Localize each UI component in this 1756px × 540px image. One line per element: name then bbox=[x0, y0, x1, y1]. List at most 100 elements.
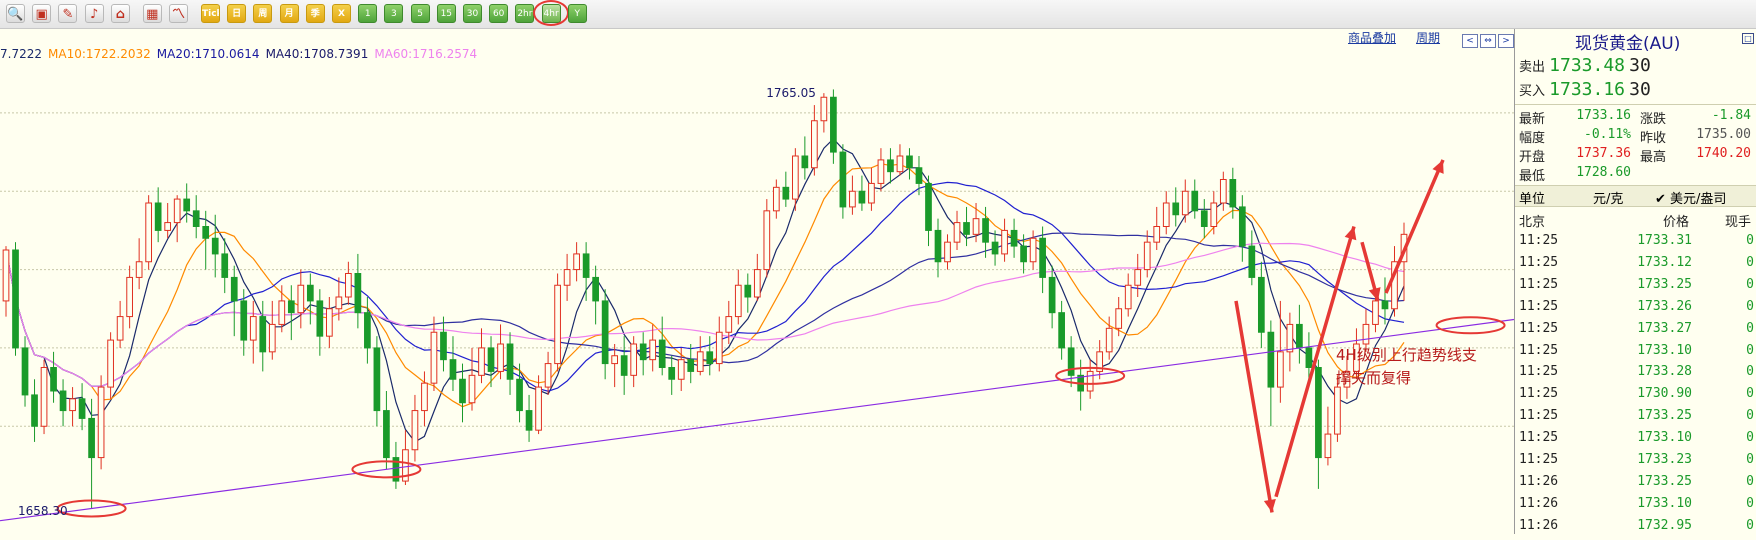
candle-body-143 bbox=[1362, 323, 1370, 345]
period-15m-button[interactable]: 15 bbox=[436, 4, 456, 23]
projected-rise-arrow-shaft bbox=[1384, 159, 1445, 294]
period-1m-button[interactable]: 1 bbox=[358, 4, 378, 23]
candle-body-119 bbox=[1134, 269, 1142, 286]
candle-body-57 bbox=[544, 363, 552, 388]
tick-vol: 0 bbox=[1746, 298, 1754, 314]
candle-body-60 bbox=[573, 253, 580, 271]
scroll-right-button[interactable]: > bbox=[1498, 34, 1514, 48]
candle-body-86 bbox=[820, 96, 828, 122]
layers-icon[interactable]: ▣ bbox=[32, 4, 52, 23]
drop-arrow-shaft bbox=[1234, 300, 1274, 513]
candle-body-130 bbox=[1238, 206, 1246, 247]
tick-row: 11:26 1732.95 0 bbox=[1515, 518, 1756, 540]
period-2h-button[interactable]: 2hr bbox=[515, 4, 535, 23]
candle-body-34 bbox=[325, 308, 333, 337]
period-quarter-button[interactable]: 季 bbox=[305, 4, 325, 23]
ma-value-1: MA10:1722.2032 bbox=[48, 47, 151, 61]
candle-body-140 bbox=[1334, 386, 1341, 435]
tick-row: 11:25 1730.90 0 bbox=[1515, 386, 1756, 408]
period-day-button[interactable]: 日 bbox=[227, 4, 247, 23]
candle-body-51 bbox=[487, 347, 495, 372]
period-month-button[interactable]: 月 bbox=[279, 4, 299, 23]
home-icon[interactable]: ⌂ bbox=[110, 4, 130, 23]
prev-value: 1735.00 bbox=[1696, 127, 1751, 142]
line-chart-icon[interactable]: 〽 bbox=[169, 4, 188, 23]
tick-vol: 0 bbox=[1746, 452, 1754, 467]
candle-body-49 bbox=[468, 374, 476, 404]
tick-time: 11:25 bbox=[1519, 452, 1559, 467]
candle-body-38 bbox=[364, 312, 371, 349]
zoom-icon[interactable]: 🔍 bbox=[6, 4, 25, 23]
open-label: 开盘 bbox=[1519, 150, 1546, 165]
period-week-button[interactable]: 周 bbox=[253, 4, 273, 23]
candle-body-134 bbox=[1277, 351, 1284, 388]
candle-body-144 bbox=[1372, 300, 1379, 325]
candle-body-7 bbox=[69, 398, 76, 412]
candle-body-50 bbox=[478, 347, 485, 376]
candle-body-35 bbox=[335, 296, 343, 310]
low-label: 最低 bbox=[1519, 169, 1546, 184]
candle-body-48 bbox=[459, 378, 466, 404]
tick-row: 11:25 1733.28 0 bbox=[1515, 364, 1756, 386]
period-custom-button[interactable]: Y bbox=[567, 4, 587, 23]
tick-vol: 0 bbox=[1746, 430, 1754, 446]
candle-body-55 bbox=[525, 410, 533, 431]
candle-body-17 bbox=[164, 222, 172, 231]
candle-body-80 bbox=[763, 210, 771, 271]
overlay-link[interactable]: 商品叠加 bbox=[1348, 29, 1396, 46]
period-30m-button[interactable]: 30 bbox=[463, 4, 482, 23]
candle-body-88 bbox=[839, 151, 847, 208]
period-60m-button[interactable]: 60 bbox=[489, 4, 509, 23]
candle-body-68 bbox=[649, 339, 657, 361]
tick-price: 1733.12 bbox=[1637, 254, 1692, 270]
sell-row: 卖出 1733.48 30 bbox=[1519, 55, 1651, 76]
candle-body-73 bbox=[696, 351, 704, 372]
open-value: 1737.36 bbox=[1576, 146, 1631, 161]
candle-body-54 bbox=[516, 378, 523, 412]
change-value: -1.84 bbox=[1711, 108, 1751, 123]
tick-row: 11:25 1733.27 0 bbox=[1515, 321, 1756, 343]
period-5m-button[interactable]: 5 bbox=[410, 4, 430, 23]
tick-row: 11:25 1733.25 0 bbox=[1515, 408, 1756, 430]
tick-time: 11:25 bbox=[1519, 233, 1559, 248]
tick-time: 11:25 bbox=[1519, 408, 1559, 424]
low-value: 1728.60 bbox=[1576, 165, 1631, 180]
sell-price: 1733.48 bbox=[1549, 55, 1626, 76]
restore-window-icon[interactable]: □ bbox=[1742, 33, 1754, 44]
candle-body-102 bbox=[972, 218, 980, 235]
bell-icon[interactable]: ♪ bbox=[84, 4, 104, 23]
candle-body-125 bbox=[1191, 190, 1199, 212]
candle-body-3 bbox=[31, 394, 38, 427]
tick-vol: 0 bbox=[1746, 408, 1754, 424]
tick-time: 11:25 bbox=[1519, 364, 1559, 380]
tick-time: 11:25 bbox=[1519, 430, 1559, 446]
period-tick-button[interactable]: Tick bbox=[201, 4, 220, 23]
candle-body-90 bbox=[858, 190, 866, 204]
tick-header-time: 北京 bbox=[1519, 215, 1546, 230]
unit-cny-option[interactable]: 元/克 bbox=[1593, 188, 1623, 207]
ma-value-0: 7.7222 bbox=[0, 47, 42, 61]
candle-body-24 bbox=[230, 276, 238, 302]
pct-label: 幅度 bbox=[1519, 131, 1546, 146]
pen-icon[interactable]: ✎ bbox=[58, 4, 78, 23]
candle-body-62 bbox=[592, 276, 599, 302]
candlestick-chart[interactable]: 1765.05 1658.30 4H级别上行趋势线支撑失而复得 bbox=[0, 29, 1514, 534]
candle-body-116 bbox=[1105, 327, 1113, 353]
tick-price: 1732.95 bbox=[1637, 517, 1692, 533]
chart-nav-buttons: < ⇔ > bbox=[1462, 28, 1516, 48]
period-3m-button[interactable]: 3 bbox=[384, 4, 404, 23]
unit-usd-option[interactable]: ✔ 美元/盎司 bbox=[1655, 188, 1726, 207]
scroll-left-button[interactable]: < bbox=[1462, 34, 1478, 48]
candle-body-10 bbox=[97, 386, 105, 459]
period-link[interactable]: 周期 bbox=[1416, 29, 1440, 46]
tick-price: 1733.10 bbox=[1637, 495, 1692, 511]
candle-body-30 bbox=[287, 300, 295, 314]
tick-vol: 0 bbox=[1746, 254, 1754, 270]
table-icon[interactable]: ▦ bbox=[142, 4, 162, 23]
candle-body-120 bbox=[1143, 241, 1151, 271]
zoom-button[interactable]: ⇔ bbox=[1480, 34, 1496, 48]
candle-body-15 bbox=[145, 202, 153, 263]
candle-body-45 bbox=[430, 331, 438, 384]
candle-body-123 bbox=[1172, 202, 1180, 216]
period-year-button[interactable]: X bbox=[332, 4, 351, 23]
